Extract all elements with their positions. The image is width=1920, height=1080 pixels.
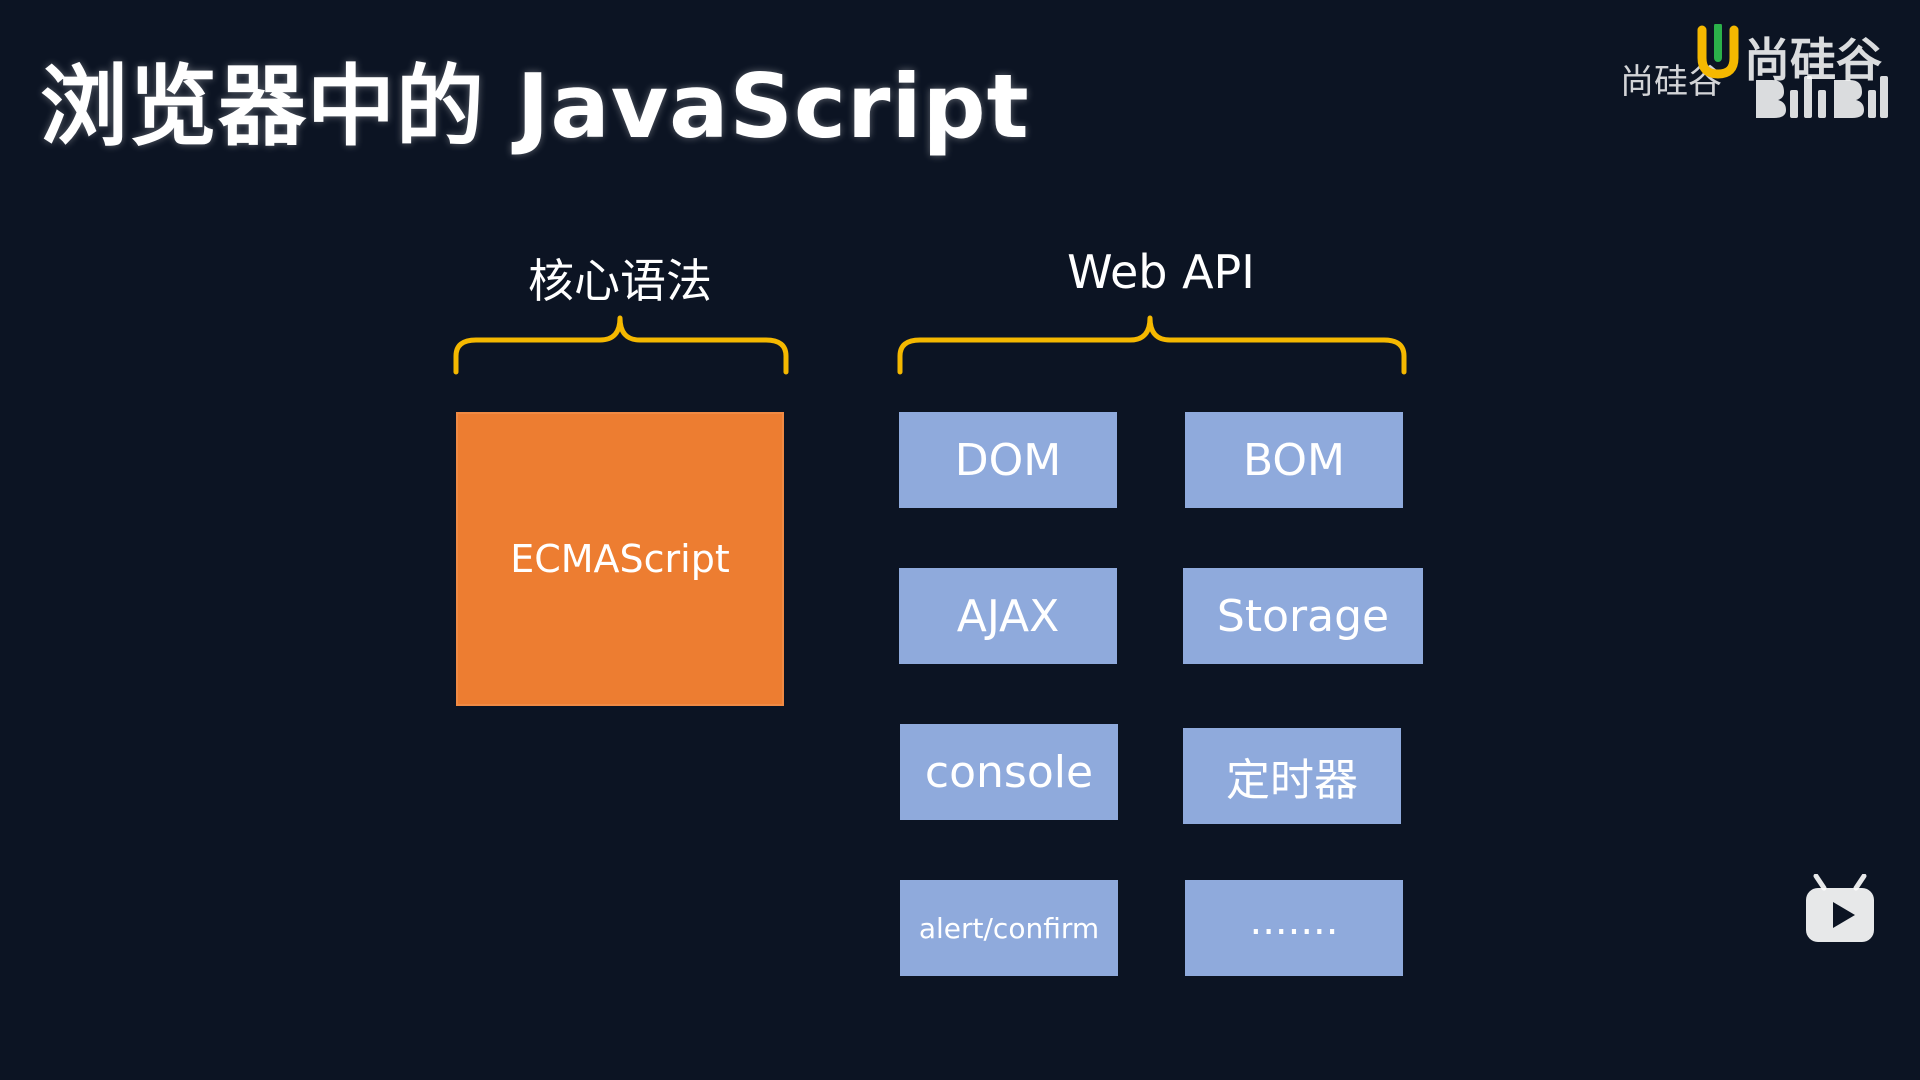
web-api-item-storage: Storage — [1183, 568, 1423, 664]
page-title: 浏览器中的 JavaScript — [40, 55, 1030, 158]
ecmascript-box: ECMAScript — [456, 412, 784, 706]
web-api-item-dom: DOM — [899, 412, 1117, 508]
web-api-item-bom: BOM — [1185, 412, 1403, 508]
web-api-item-console: console — [900, 724, 1118, 820]
group-label-core-syntax: 核心语法 — [528, 254, 712, 308]
web-api-item-alert-confirm: alert/confirm — [900, 880, 1118, 976]
web-api-item-ajax: AJAX — [899, 568, 1117, 664]
web-api-brace-icon — [897, 315, 1407, 375]
web-api-item-more: ....... — [1185, 880, 1403, 976]
watermark: 尚硅谷 尚硅谷 — [1616, 24, 1896, 118]
group-label-web-api: Web API — [1067, 245, 1255, 299]
web-api-item-timer: 定时器 — [1183, 728, 1401, 824]
bilibili-logo-icon — [1756, 76, 1888, 118]
bilibili-play-icon[interactable] — [1804, 874, 1876, 944]
shangguigu-logo-icon — [1697, 24, 1739, 79]
core-syntax-brace-icon — [453, 315, 789, 375]
